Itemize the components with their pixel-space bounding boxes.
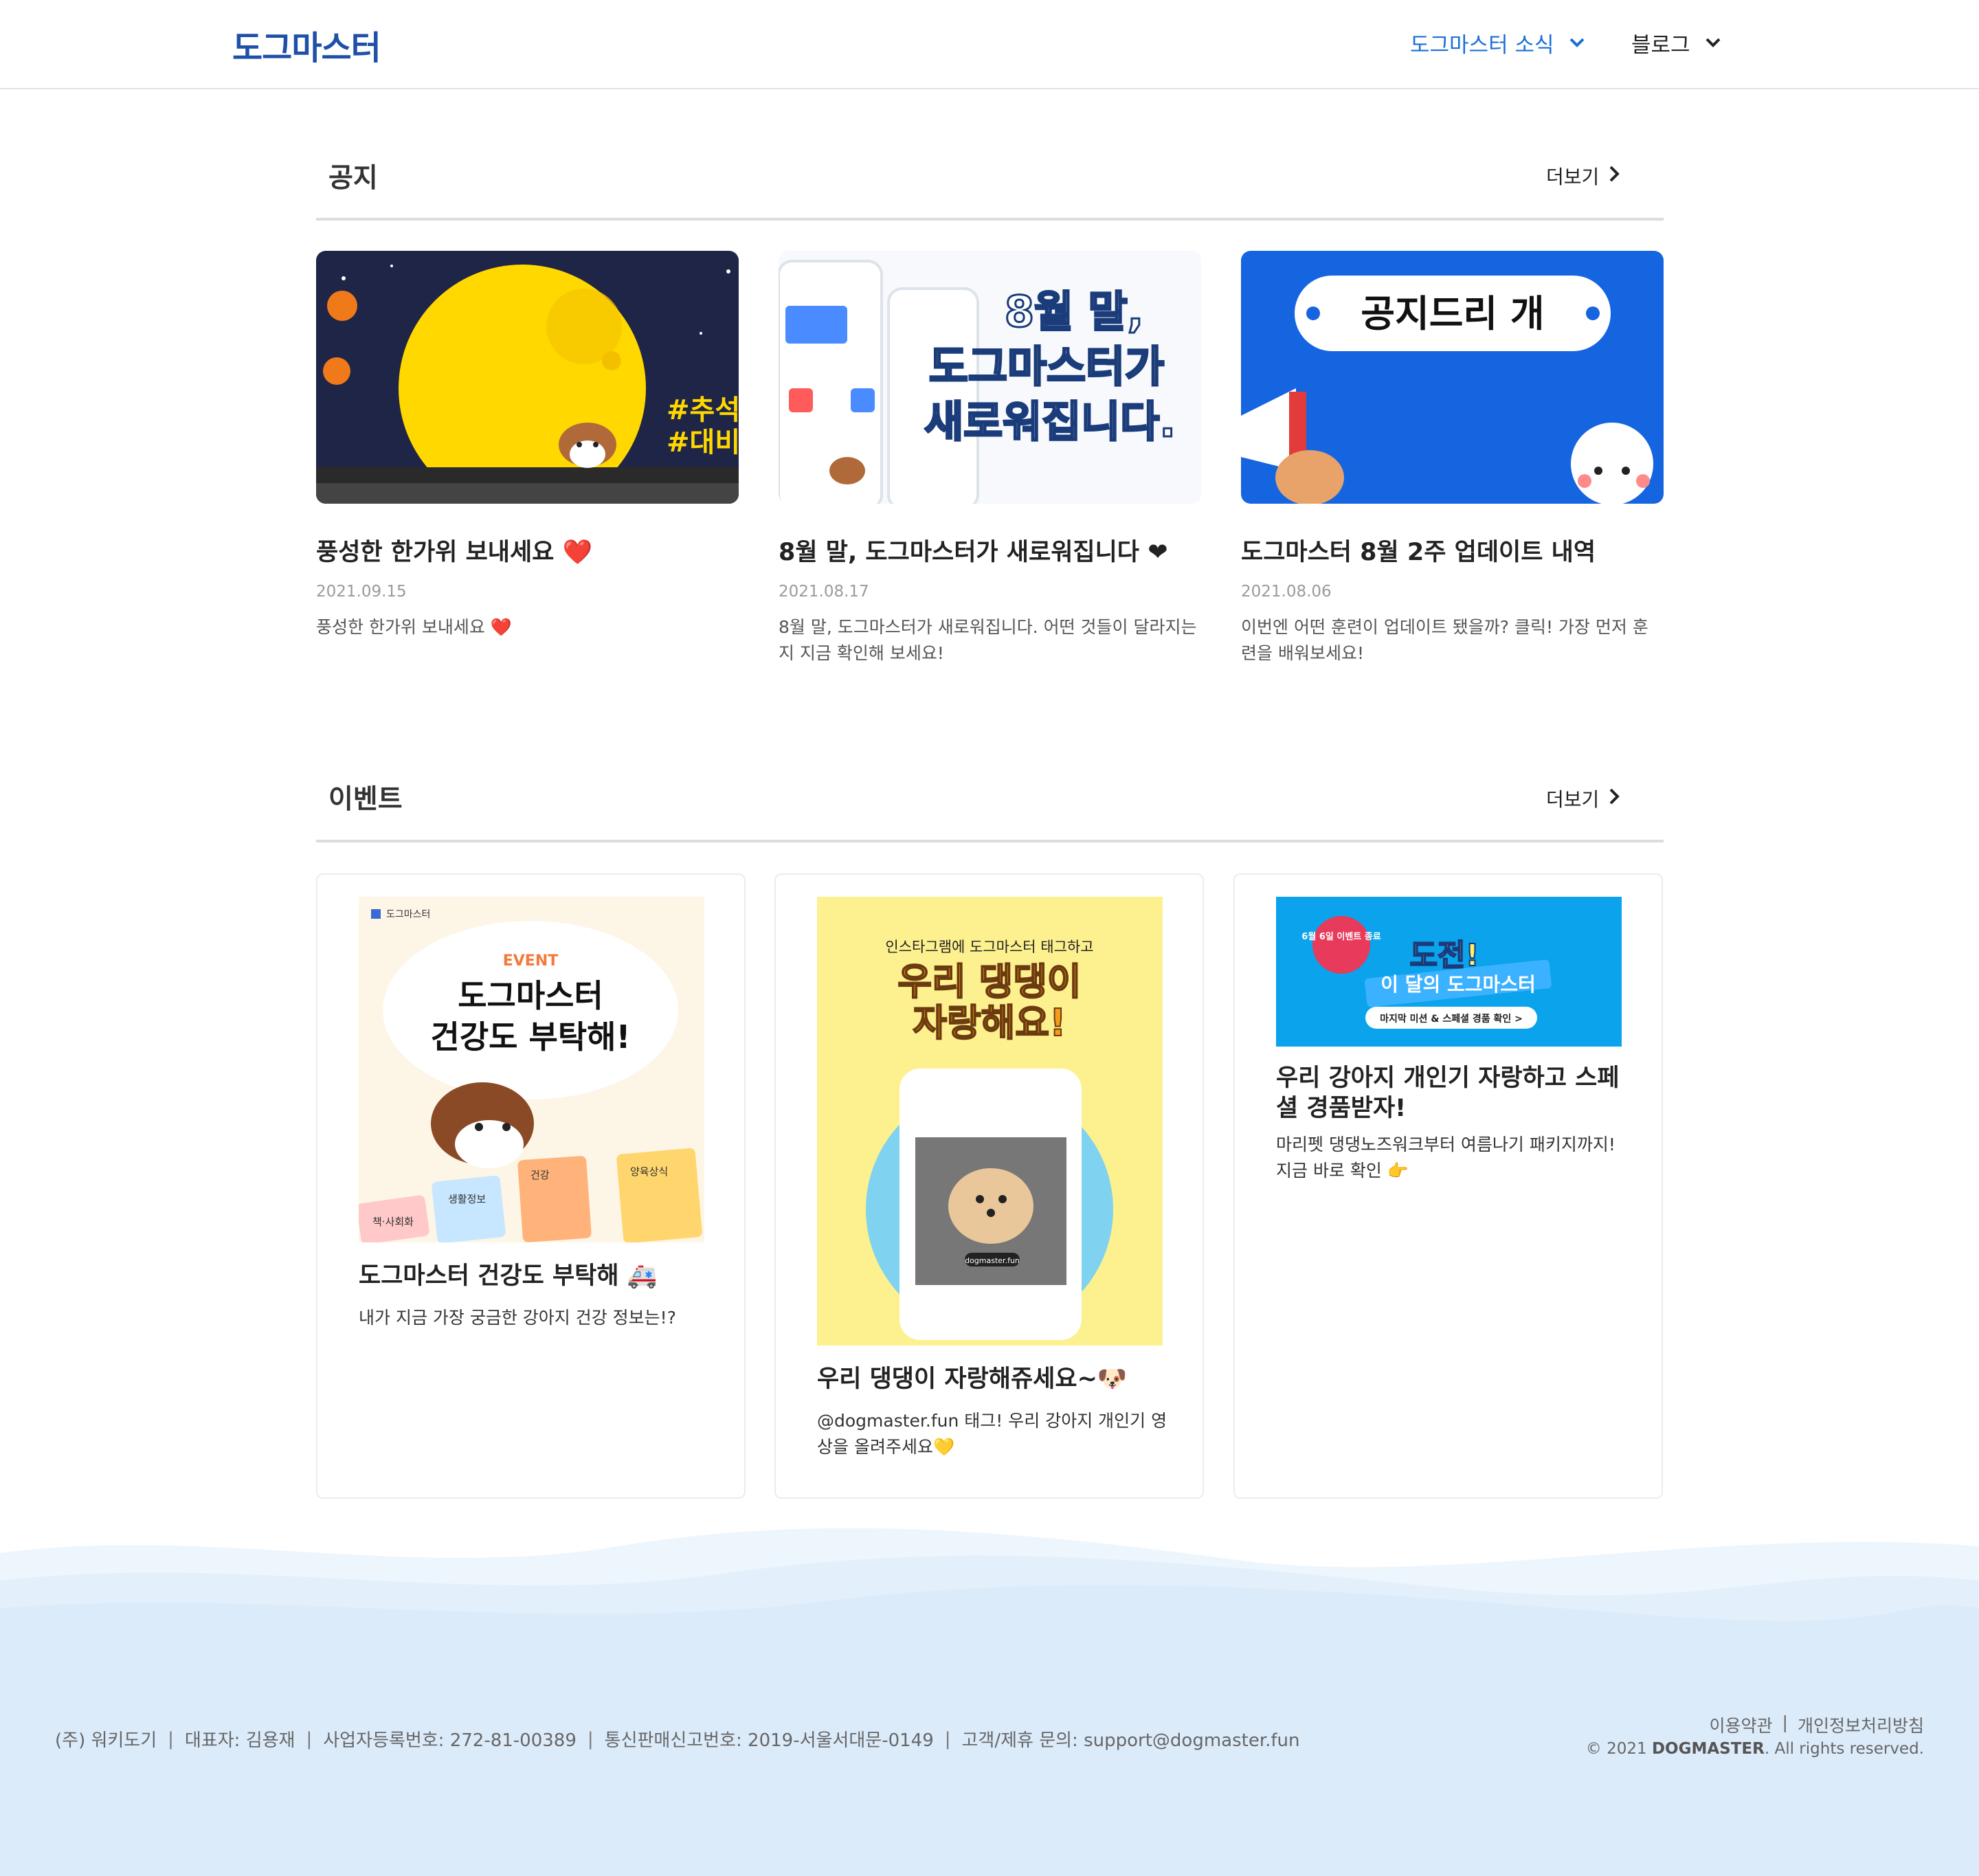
notice-megaphone-illustration: 공지드리 개 [1241,276,1653,504]
image-caption: 건강 [530,1169,550,1181]
notice-card-date: 2021.08.17 [779,583,869,601]
copyright-brand: DOGMASTER [1651,1740,1765,1758]
event-thumbnail: 인스타그램에 도그마스터 태그하고 우리 댕댕이 자랑해요! dogmaster… [817,897,1163,1345]
chevron-down-icon [1569,34,1585,52]
image-caption: 책·사회화 [372,1216,414,1228]
event-card-title: 도그마스터 건강도 부탁해 🚑 [359,1262,658,1290]
event-card[interactable]: 도그마스터 EVENT 도그마스터 건강도 부탁해! 책·사회화 생활정보 건강… [316,873,746,1499]
monthly-challenge-banner: 6월 6일 이벤트 종료 도전! 이 달의 도그마스터 마지막 미션 & 스페셜… [1301,916,1552,1029]
nav-news[interactable]: 도그마스터 소식 [1410,27,1585,58]
event-section-title: 이벤트 [328,784,403,815]
event-divider [316,840,1664,842]
notice-thumbnail: 공지드리 개 [1241,251,1664,504]
footer-links: 이용약관 | 개인정보처리방침 [1710,1712,1924,1737]
notice-more-label: 더보기 [1546,166,1600,188]
notice-card-title: 풍성한 한가위 보내세요 ❤️ [316,539,593,566]
footer-copyright: © 2021 DOGMASTER. All rights reserved. [1586,1740,1924,1758]
event-card[interactable]: 6월 6일 이벤트 종료 도전! 이 달의 도그마스터 마지막 미션 & 스페셜… [1233,873,1663,1499]
footer-wave-background [0,1519,1979,1876]
notice-card-date: 2021.08.06 [1241,583,1332,601]
notice-more-link[interactable]: 더보기 [1546,162,1620,190]
image-caption: 8월 말, [1005,287,1143,337]
app-update-illustration: 8월 말, 도그마스터가 새로워집니다. [779,260,1176,504]
instagram-event-illustration: 인스타그램에 도그마스터 태그하고 우리 댕댕이 자랑해요! dogmaster… [866,939,1113,1340]
nav-blog-label: 블로그 [1631,33,1690,58]
image-caption: 도그마스터 [458,977,603,1014]
image-caption: 우리 댕댕이 [897,960,1081,1003]
notice-section-title: 공지 [328,163,378,194]
nav-blog[interactable]: 블로그 [1631,27,1721,58]
notice-card-title: 8월 말, 도그마스터가 새로워집니다 ❤ [779,539,1168,566]
notice-card-date: 2021.09.15 [316,583,407,601]
notice-card-desc: 이번엔 어떤 훈련이 업데이트 됐을까? 클릭! 가장 먼저 훈련을 배워보세요… [1241,617,1648,663]
notice-card-desc: 풍성한 한가위 보내세요 ❤️ [316,617,512,637]
image-caption: 새로워집니다. [924,397,1176,447]
footer-separator: | [944,1728,951,1750]
chevron-down-icon [1706,34,1721,52]
event-more-label: 더보기 [1546,788,1600,811]
image-caption: 6월 6일 이벤트 종료 [1301,931,1380,942]
event-card-title: 우리 강아지 개인기 자랑하고 스페셜 경품받자! [1276,1064,1620,1122]
notice-divider [316,218,1664,221]
footer-privacy-link[interactable]: 개인정보처리방침 [1798,1712,1924,1737]
footer-company-info: (주) 워키도기 | 대표자: 김용재 | 사업자등록번호: 272-81-00… [55,1726,1300,1752]
notice-thumbnail: 8월 말, 도그마스터가 새로워집니다. [779,251,1201,504]
event-thumbnail: 6월 6일 이벤트 종료 도전! 이 달의 도그마스터 마지막 미션 & 스페셜… [1276,897,1622,1047]
image-caption: dogmaster.fun [965,1256,1020,1265]
footer-biz-no: 사업자등록번호: 272-81-00389 [323,1730,577,1751]
footer-terms-link[interactable]: 이용약관 [1710,1712,1773,1737]
image-caption: 건강도 부탁해! [431,1018,631,1056]
image-caption: 공지드리 개 [1361,292,1544,335]
health-event-illustration: 도그마스터 EVENT 도그마스터 건강도 부탁해! 책·사회화 생활정보 건강… [359,909,702,1242]
site-logo[interactable]: 도그마스터 [232,21,381,69]
nav-news-label: 도그마스터 소식 [1410,33,1554,58]
image-caption: 생활정보 [448,1193,486,1205]
copyright-suffix: . All rights reserved. [1764,1740,1924,1758]
site-header: 도그마스터 도그마스터 소식 블로그 [0,0,1979,89]
footer-separator: | [1782,1712,1788,1732]
image-caption: 인스타그램에 도그마스터 태그하고 [885,939,1093,955]
image-caption: EVENT [503,952,559,970]
event-card-desc: 마리펫 댕댕노즈워크부터 여름나기 패키지까지! 지금 바로 확인 👉 [1276,1135,1615,1181]
notice-card[interactable]: #추석 #대비 풍성한 한가위 보내세요 ❤️ 2021.09.15 풍성한 한… [316,251,739,640]
chevron-right-icon [1609,788,1620,810]
image-caption: #추석 [667,394,739,426]
footer-mail-order: 통신판매신고번호: 2019-서울서대문-0149 [604,1730,934,1751]
image-caption: 도그마스터 [386,909,430,920]
notice-card[interactable]: 8월 말, 도그마스터가 새로워집니다. 8월 말, 도그마스터가 새로워집니다… [779,251,1201,667]
footer-company: (주) 워키도기 [55,1730,157,1751]
footer-ceo: 대표자: 김용재 [184,1730,295,1751]
footer-separator: | [306,1728,313,1750]
event-thumbnail: 도그마스터 EVENT 도그마스터 건강도 부탁해! 책·사회화 생활정보 건강… [359,897,704,1242]
event-card-title: 우리 댕댕이 자랑해쥬세요~🐶 [817,1365,1128,1393]
image-caption: #대비 [667,427,739,458]
footer-separator: | [587,1728,594,1750]
image-caption: 양육상식 [630,1165,668,1178]
notice-card-desc: 8월 말, 도그마스터가 새로워집니다. 어떤 것들이 달라지는 지 지금 확인… [779,617,1197,663]
image-caption: 이 달의 도그마스터 [1380,973,1536,996]
event-card-desc: 내가 지금 가장 궁금한 강아지 건강 정보는!? [359,1308,676,1328]
notice-thumbnail: #추석 #대비 [316,251,739,504]
image-caption: 자랑해요! [913,1001,1066,1045]
event-card[interactable]: 인스타그램에 도그마스터 태그하고 우리 댕댕이 자랑해요! dogmaster… [774,873,1204,1499]
footer-contact: 고객/제휴 문의: support@dogmaster.fun [961,1730,1300,1751]
image-caption: 마지막 미션 & 스페셜 경품 확인 > [1380,1013,1523,1025]
event-more-link[interactable]: 더보기 [1546,785,1620,812]
chevron-right-icon [1609,165,1620,188]
copyright-prefix: © 2021 [1585,1740,1647,1758]
notice-card[interactable]: 공지드리 개 도그마스터 8월 2주 업데이트 내역 2021.08.06 이번… [1241,251,1664,667]
event-card-desc: @dogmaster.fun 태그! 우리 강아지 개인기 영상을 올려주세요💛 [817,1411,1167,1457]
footer-separator: | [168,1728,174,1750]
image-caption: 도그마스터가 [929,342,1164,392]
notice-card-title: 도그마스터 8월 2주 업데이트 내역 [1241,539,1596,566]
chuseok-moon-illustration: #추석 #대비 [316,265,739,504]
